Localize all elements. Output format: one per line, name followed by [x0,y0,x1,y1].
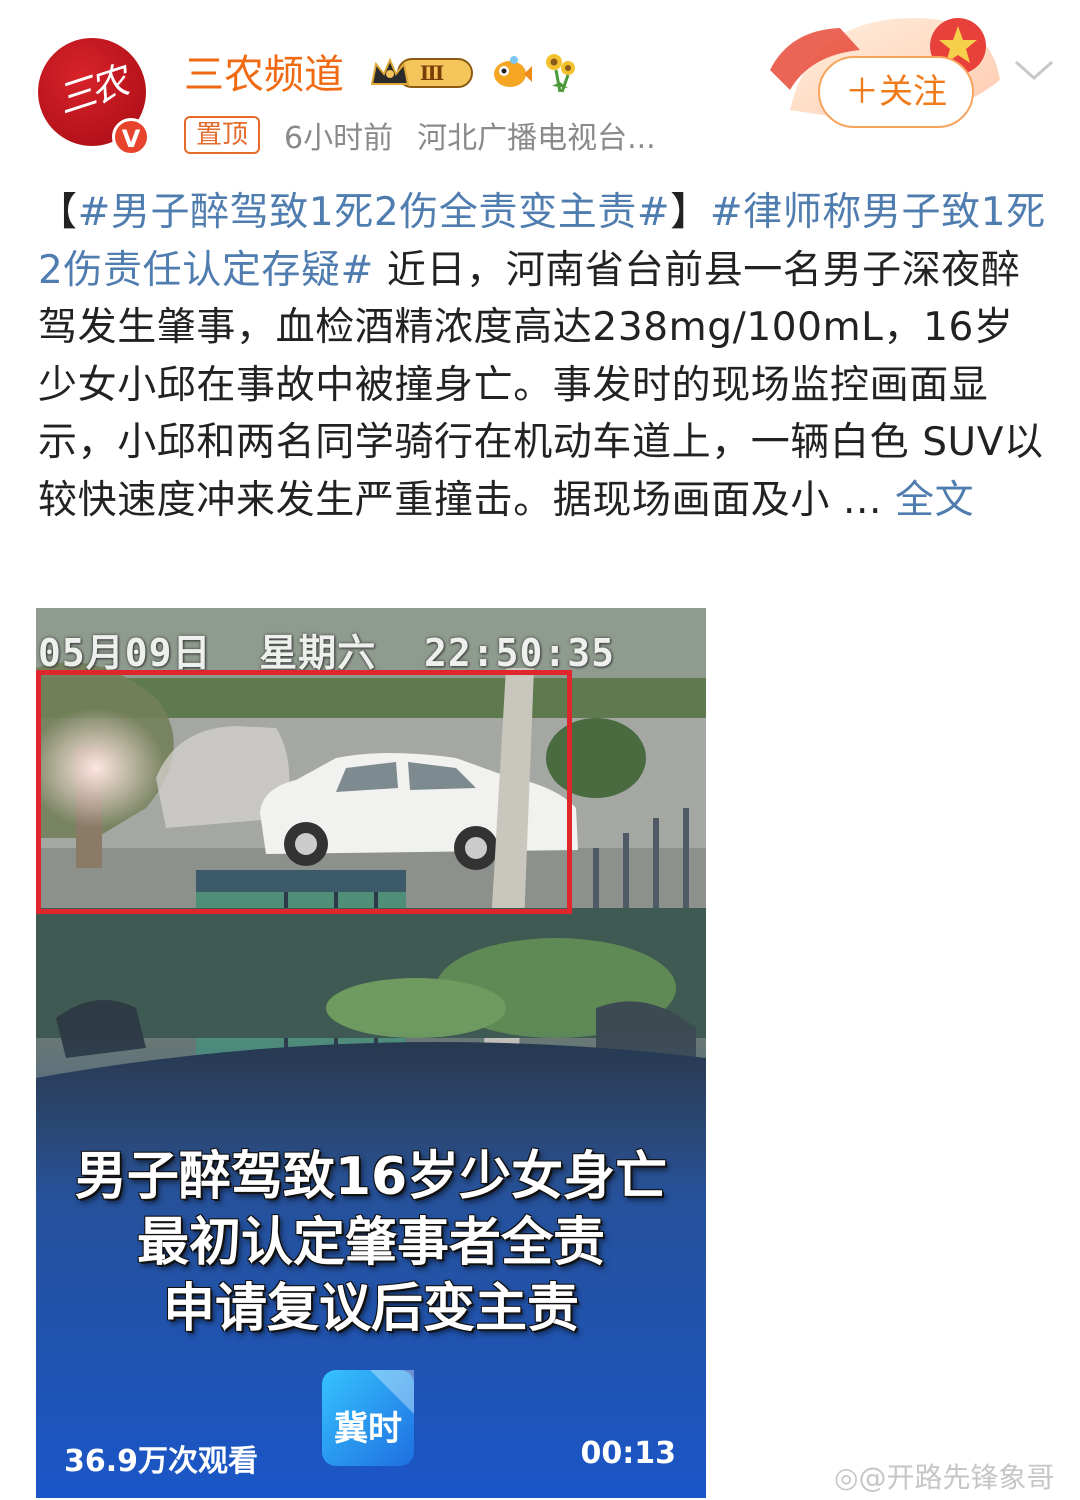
sunflower-icon [546,54,575,93]
full-text-link[interactable]: 全文 [895,478,974,523]
highlight-box [36,670,572,914]
video-player[interactable]: 05月09日 星期六 22:50:35 男子醉驾致16岁少女身亡 最初认定肇事者… [36,608,706,1498]
jishi-logo-icon: 冀时 [322,1370,414,1466]
video-duration: 00:13 [580,1436,677,1471]
post-time: 6小时前 [284,121,394,156]
watermark-text: @开路先锋象哥 [858,1461,1055,1494]
bracket-open: 【 [38,190,78,235]
verified-badge-icon: V [112,118,150,156]
post-meta: 6小时前 河北广播电视台... [284,113,656,157]
pinned-tag: 置顶 [184,116,261,154]
video-timestamp: 05月09日 星期六 22:50:35 [38,631,616,675]
view-count: 36.9万次观看 [64,1444,259,1479]
caption-line-3: 申请复议后变主责 [162,1279,579,1339]
post-source[interactable]: 河北广播电视台... [417,121,656,156]
caption-line-2: 最初认定肇事者全责 [136,1213,605,1273]
watermark: ◎@开路先锋象哥 [834,1456,1054,1496]
caption-line-1: 男子醉驾致16岁少女身亡 [74,1147,668,1207]
topic-link-1[interactable]: #男子醉驾致1死2伤全责变主责# [78,190,671,235]
chevron-down-icon[interactable] [1012,56,1056,86]
username[interactable]: 三农频道 [184,42,344,100]
follow-button[interactable]: ＋关注 [818,56,974,128]
weibo-logo-icon: ◎ [834,1461,859,1494]
avatar-logo-text: 三农 [51,59,131,123]
fish-icon [494,56,532,87]
bracket-close: 】 [670,190,710,235]
logo-text: 冀时 [334,1409,402,1449]
crown-vip-badge-icon[interactable]: Ⅲ [368,54,474,92]
post-text: 【#男子醉驾致1死2伤全责变主责#】#律师称男子致1死2伤责任认定存疑# 近日，… [38,184,1050,529]
vip-level-text: Ⅲ [420,61,444,85]
